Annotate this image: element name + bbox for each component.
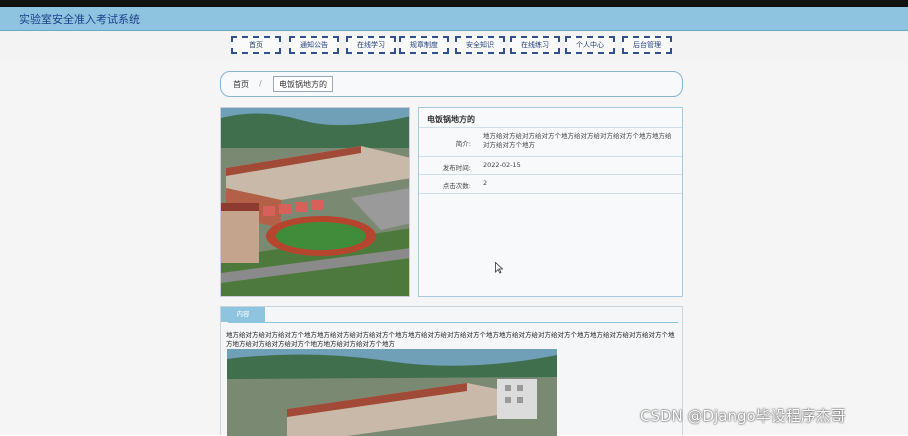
breadcrumb-separator: / bbox=[259, 79, 262, 88]
content-panel: 内容 地方给对方给对方给对方个地方地方给对方给对方给对方个地方地方给对方给对方给… bbox=[220, 306, 683, 436]
info-row-clicks: 点击次数: 2 bbox=[419, 174, 682, 194]
nav-item-safety-knowledge[interactable]: 安全知识 bbox=[455, 36, 505, 54]
info-row-intro: 简介: 地方给对方给对方给对方个地方给对方给对方给对方个地方地方给对方给对方个地… bbox=[419, 127, 682, 157]
nav-item-online-learning[interactable]: 在线学习 bbox=[346, 36, 396, 54]
detail-info-panel: 电饭锅地方的 简介: 地方给对方给对方给对方个地方给对方给对方给对方个地方地方给… bbox=[418, 107, 683, 297]
main-nav: 首页 通知公告 在线学习 规章制度 安全知识 在线练习 个人中心 后台管理 bbox=[0, 31, 908, 61]
publish-value: 2022-02-15 bbox=[483, 161, 521, 169]
content-tab-divider bbox=[228, 322, 678, 323]
nav-item-online-practice[interactable]: 在线练习 bbox=[510, 36, 560, 54]
mouse-cursor-icon bbox=[495, 259, 504, 278]
clicks-value: 2 bbox=[483, 179, 488, 187]
nav-item-notices[interactable]: 通知公告 bbox=[289, 36, 339, 54]
info-row-publish: 发布时间: 2022-02-15 bbox=[419, 156, 682, 175]
breadcrumb-home-link[interactable]: 首页 bbox=[233, 79, 249, 90]
nav-item-home[interactable]: 首页 bbox=[231, 36, 281, 54]
nav-item-admin[interactable]: 后台管理 bbox=[622, 36, 672, 54]
breadcrumb-current: 电饭锅地方的 bbox=[273, 76, 333, 92]
intro-label: 简介: bbox=[455, 140, 471, 148]
nav-item-regulations[interactable]: 规章制度 bbox=[399, 36, 449, 54]
nav-item-personal-center[interactable]: 个人中心 bbox=[565, 36, 615, 54]
content-text: 地方给对方给对方给对方个地方地方给对方给对方给对方个地方地方给对方给对方给对方个… bbox=[226, 331, 675, 348]
detail-title: 电饭锅地方的 bbox=[427, 115, 475, 124]
csdn-watermark: CSDN @Django毕设程序杰哥 bbox=[640, 407, 846, 425]
detail-photo bbox=[220, 107, 410, 297]
content-tab[interactable]: 内容 bbox=[221, 307, 265, 322]
publish-label: 发布时间: bbox=[442, 164, 471, 172]
content-photo bbox=[227, 349, 557, 436]
site-title: 实验室安全准入考试系统 bbox=[19, 13, 140, 26]
breadcrumb: 首页 / 电饭锅地方的 bbox=[220, 71, 683, 97]
intro-value: 地方给对方给对方给对方个地方给对方给对方给对方个地方地方给对方给对方个地方 bbox=[483, 132, 672, 149]
title-bar: 实验室安全准入考试系统 bbox=[0, 7, 908, 31]
clicks-label: 点击次数: bbox=[442, 182, 471, 190]
top-strip bbox=[0, 0, 908, 7]
